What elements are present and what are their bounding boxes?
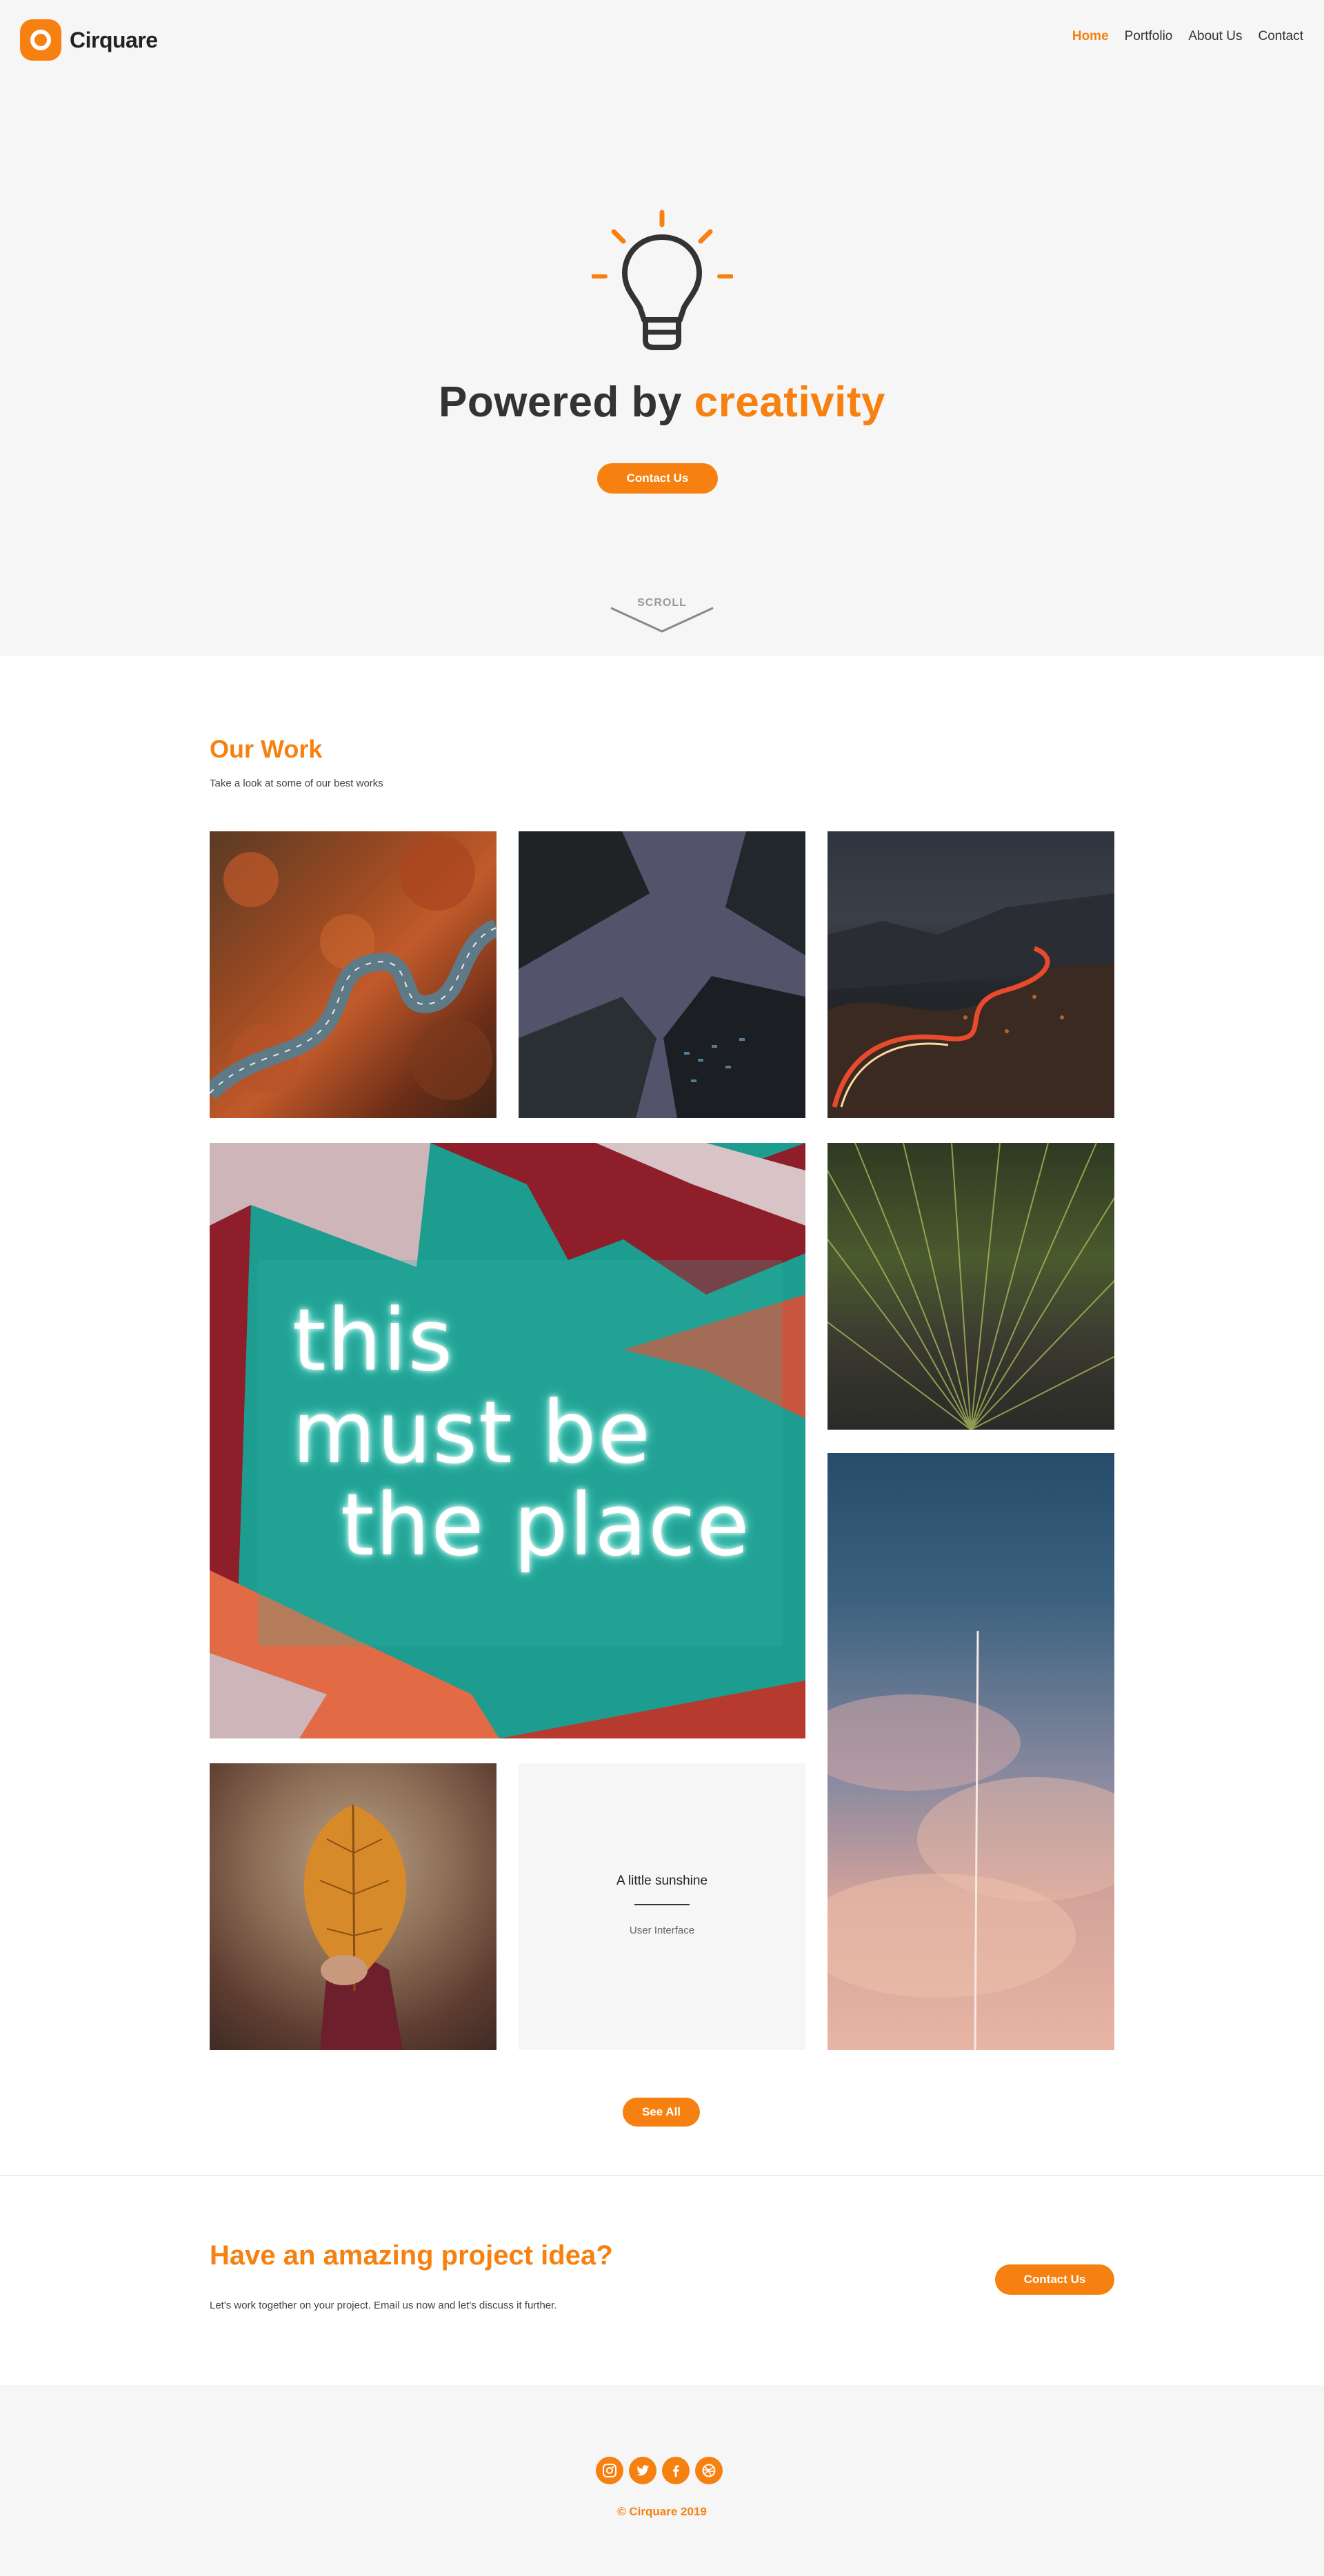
neon-line-3: the place (341, 1476, 751, 1575)
portfolio-image-autumn-leaf[interactable] (210, 1763, 496, 2050)
palm-leaf-graphic (828, 1143, 1114, 1430)
hero-title: Powered by creativity (0, 378, 1324, 427)
skyscrapers-graphic (519, 831, 805, 1118)
forest-road-graphic (210, 835, 496, 1100)
neon-line-2: must be (292, 1383, 652, 1483)
nav-portfolio[interactable]: Portfolio (1125, 29, 1173, 44)
hero-title-prefix: Powered by (439, 378, 694, 426)
portfolio-image-night-road[interactable] (828, 831, 1114, 1118)
nav-about-us[interactable]: About Us (1188, 29, 1242, 44)
cta-text: Let's work together on your project. Ema… (210, 2300, 557, 2311)
copyright: © Cirquare 2019 (617, 2505, 707, 2518)
footer: © Cirquare 2019 (0, 2385, 1324, 2576)
our-work-subtitle: Take a look at some of our best works (210, 778, 383, 789)
see-all-button[interactable]: See All (623, 2098, 700, 2127)
night-road-graphic (828, 893, 1114, 1118)
social-links (596, 2457, 723, 2484)
our-work-title: Our Work (210, 735, 323, 763)
nav-home[interactable]: Home (1072, 29, 1109, 44)
scroll-chevron-icon[interactable] (610, 607, 714, 634)
portfolio-image-skyscrapers[interactable] (519, 831, 805, 1118)
hero-contact-button[interactable]: Contact Us (597, 463, 718, 494)
main-nav: Home Portfolio About Us Contact (1072, 29, 1303, 44)
portfolio-image-palm-leaf[interactable] (828, 1143, 1114, 1430)
hero-section: Cirquare Home Portfolio About Us Contact… (0, 0, 1324, 656)
portfolio-image-sky-contrail[interactable] (828, 1453, 1114, 2050)
logo[interactable]: Cirquare (20, 19, 158, 61)
hero-title-accent: creativity (694, 378, 885, 426)
portfolio-image-forest-road[interactable] (210, 831, 496, 1118)
portfolio-card-sunshine[interactable]: A little sunshine User Interface (519, 1763, 805, 2050)
nav-contact[interactable]: Contact (1258, 29, 1303, 44)
card-title: A little sunshine (616, 1874, 708, 1888)
twitter-icon[interactable] (629, 2457, 656, 2484)
cta-contact-button[interactable]: Contact Us (995, 2264, 1114, 2295)
facebook-icon[interactable] (662, 2457, 690, 2484)
page: Cirquare Home Portfolio About Us Contact… (0, 0, 1324, 2576)
instagram-icon[interactable] (596, 2457, 623, 2484)
logo-mark-icon (20, 19, 61, 61)
card-divider (634, 1904, 690, 1905)
sky-contrail-graphic (828, 1630, 1114, 2050)
cta-title: Have an amazing project idea? (210, 2240, 613, 2271)
dribbble-icon[interactable] (695, 2457, 723, 2484)
portfolio-image-neon-sign[interactable]: this must be the place (210, 1143, 805, 1738)
section-divider (0, 2175, 1324, 2176)
logo-text: Cirquare (70, 27, 158, 52)
autumn-leaf-graphic (303, 1804, 407, 2050)
lightbulb-icon (592, 210, 733, 350)
neon-line-1: this (292, 1291, 454, 1390)
neon-text: this must be the place (292, 1295, 751, 1572)
card-category: User Interface (629, 1925, 695, 1936)
